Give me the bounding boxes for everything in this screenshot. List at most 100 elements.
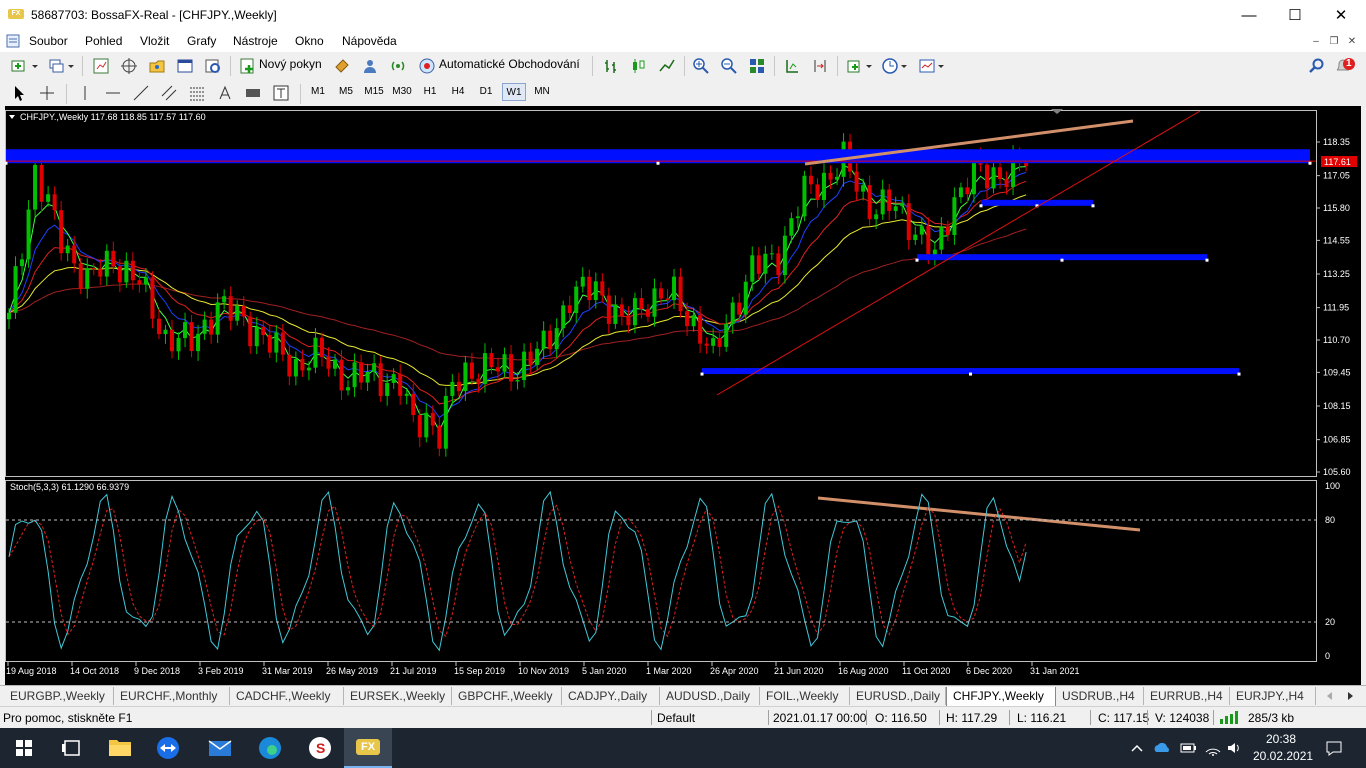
indicators-icon[interactable] bbox=[846, 57, 864, 75]
price-chart[interactable]: 118.35 117.05 115.80 114.55 113.25 111.95 110.… bbox=[4, 106, 1361, 686]
menu-pohled[interactable]: Pohled bbox=[85, 34, 122, 48]
chart-shift-icon[interactable] bbox=[811, 57, 829, 75]
cursor-arrow-icon[interactable] bbox=[10, 84, 28, 102]
onedrive-cloud-icon[interactable] bbox=[1153, 740, 1171, 756]
child-close-button[interactable]: ✕ bbox=[1344, 35, 1360, 48]
menu-napoveda[interactable]: Nápověda bbox=[342, 34, 397, 48]
tab-eurusd-daily[interactable]: EURUSD.,Daily bbox=[850, 687, 946, 705]
timeframe-h1[interactable]: H1 bbox=[418, 83, 442, 101]
tab-cadchf-weekly[interactable]: CADCHF.,Weekly bbox=[230, 687, 344, 705]
profiles-icon[interactable] bbox=[48, 57, 66, 75]
autoscroll-icon[interactable] bbox=[783, 57, 801, 75]
candle-body bbox=[130, 260, 135, 281]
candlestick-icon[interactable] bbox=[630, 57, 648, 75]
strategy-tester-icon[interactable] bbox=[204, 57, 222, 75]
new-order-button[interactable]: Nový pokyn bbox=[259, 57, 322, 71]
taskbar-date[interactable]: 20.02.2021 bbox=[1253, 749, 1313, 763]
fibonacci-icon[interactable] bbox=[188, 84, 206, 102]
timeframe-m1[interactable]: M1 bbox=[306, 83, 330, 101]
chevron-down-icon[interactable] bbox=[30, 57, 40, 75]
traders-community-icon[interactable] bbox=[361, 57, 379, 75]
timeframe-h4[interactable]: H4 bbox=[446, 83, 470, 101]
navigator-icon[interactable] bbox=[148, 57, 166, 75]
action-center-icon[interactable] bbox=[1325, 740, 1343, 756]
close-button[interactable]: ✕ bbox=[1318, 0, 1364, 31]
windows-start-icon[interactable] bbox=[0, 728, 48, 768]
tab-eurchf-monthly[interactable]: EURCHF.,Monthly bbox=[114, 687, 230, 705]
volume-icon[interactable] bbox=[1226, 740, 1244, 756]
chevron-down-icon[interactable] bbox=[899, 57, 909, 75]
vertical-line-icon[interactable] bbox=[76, 84, 94, 102]
text-label-icon[interactable] bbox=[272, 84, 290, 102]
tab-eurrub-h4[interactable]: EURRUB.,H4 bbox=[1144, 687, 1230, 705]
rectangle-tool-icon[interactable] bbox=[244, 84, 262, 102]
candle-body bbox=[606, 295, 611, 324]
search-icon[interactable] bbox=[1308, 57, 1326, 75]
auto-trading-button[interactable]: Automatické Obchodování bbox=[439, 57, 580, 71]
zoom-out-icon[interactable] bbox=[720, 57, 738, 75]
terminal-icon[interactable] bbox=[176, 57, 194, 75]
market-watch-icon[interactable] bbox=[92, 57, 110, 75]
chart-window[interactable]: 118.35 117.05 115.80 114.55 113.25 111.95 110.… bbox=[4, 106, 1361, 686]
bar-chart-icon[interactable] bbox=[602, 57, 620, 75]
child-restore-button[interactable]: ❐ bbox=[1326, 35, 1342, 48]
new-order-icon[interactable] bbox=[239, 57, 257, 75]
taskbar-time[interactable]: 20:38 bbox=[1266, 732, 1296, 746]
fx-app-taskbar-button[interactable]: FX bbox=[344, 728, 392, 768]
tab-foil-weekly[interactable]: FOIL.,Weekly bbox=[760, 687, 850, 705]
tile-windows-icon[interactable] bbox=[748, 57, 766, 75]
minimize-button[interactable]: — bbox=[1226, 0, 1272, 31]
tab-eurgbp-weekly[interactable]: EURGBP.,Weekly bbox=[4, 687, 114, 705]
chevron-down-icon[interactable] bbox=[66, 57, 76, 75]
timeframe-mn[interactable]: MN bbox=[530, 83, 554, 101]
timeframe-m15[interactable]: M15 bbox=[362, 83, 386, 101]
child-minimize-button[interactable]: – bbox=[1308, 35, 1324, 48]
wifi-icon[interactable] bbox=[1204, 740, 1222, 756]
chevron-down-icon[interactable] bbox=[864, 57, 874, 75]
task-view-icon[interactable] bbox=[48, 728, 96, 768]
tab-eursek-weekly[interactable]: EURSEK.,Weekly bbox=[344, 687, 452, 705]
chevron-up-icon[interactable] bbox=[1130, 741, 1144, 755]
line-chart-icon[interactable] bbox=[658, 57, 676, 75]
menu-okno[interactable]: Okno bbox=[295, 34, 324, 48]
auto-trading-icon[interactable] bbox=[418, 57, 436, 75]
menu-vlozit[interactable]: Vložit bbox=[140, 34, 169, 48]
menu-grafy[interactable]: Grafy bbox=[187, 34, 216, 48]
candle-body bbox=[359, 362, 364, 383]
app-s-icon[interactable]: S bbox=[296, 728, 344, 768]
price-tick-label: 117.05 bbox=[1323, 171, 1350, 181]
tab-scroll-left-icon[interactable] bbox=[1324, 690, 1336, 702]
tab-chfjpy-weekly[interactable]: CHFJPY.,Weekly bbox=[946, 687, 1056, 707]
tab-audusd-daily[interactable]: AUDUSD.,Daily bbox=[660, 687, 760, 705]
metaeditor-icon[interactable] bbox=[333, 57, 351, 75]
edge-browser-icon[interactable] bbox=[246, 728, 294, 768]
templates-icon[interactable] bbox=[918, 57, 936, 75]
tab-gbpchf-weekly[interactable]: GBPCHF.,Weekly bbox=[452, 687, 562, 705]
signals-icon[interactable] bbox=[389, 57, 407, 75]
menu-nastroje[interactable]: Nástroje bbox=[233, 34, 278, 48]
battery-icon[interactable] bbox=[1180, 740, 1198, 756]
text-tool-icon[interactable] bbox=[216, 84, 234, 102]
menu-soubor[interactable]: Soubor bbox=[29, 34, 68, 48]
timeframe-w1[interactable]: W1 bbox=[502, 83, 526, 101]
tab-eurjpy-h4[interactable]: EURJPY.,H4 bbox=[1230, 687, 1316, 705]
crosshair-icon[interactable] bbox=[38, 84, 56, 102]
crosshair-move-icon[interactable] bbox=[120, 57, 138, 75]
tab-scroll-right-icon[interactable] bbox=[1344, 690, 1356, 702]
file-explorer-icon[interactable] bbox=[96, 728, 144, 768]
teamviewer-icon[interactable] bbox=[144, 728, 192, 768]
timeframe-d1[interactable]: D1 bbox=[474, 83, 498, 101]
maximize-button[interactable]: ☐ bbox=[1272, 0, 1318, 31]
new-chart-icon[interactable] bbox=[10, 57, 28, 75]
tab-cadjpy-daily[interactable]: CADJPY.,Daily bbox=[562, 687, 660, 705]
timeframe-m5[interactable]: M5 bbox=[334, 83, 358, 101]
periods-clock-icon[interactable] bbox=[881, 57, 899, 75]
mail-icon[interactable] bbox=[196, 728, 244, 768]
timeframe-m30[interactable]: M30 bbox=[390, 83, 414, 101]
chevron-down-icon[interactable] bbox=[936, 57, 946, 75]
horizontal-line-icon[interactable] bbox=[104, 84, 122, 102]
tab-usdrub-h4[interactable]: USDRUB.,H4 bbox=[1056, 687, 1144, 705]
zoom-in-icon[interactable] bbox=[692, 57, 710, 75]
trendline-icon[interactable] bbox=[132, 84, 150, 102]
equidistant-channel-icon[interactable] bbox=[160, 84, 178, 102]
